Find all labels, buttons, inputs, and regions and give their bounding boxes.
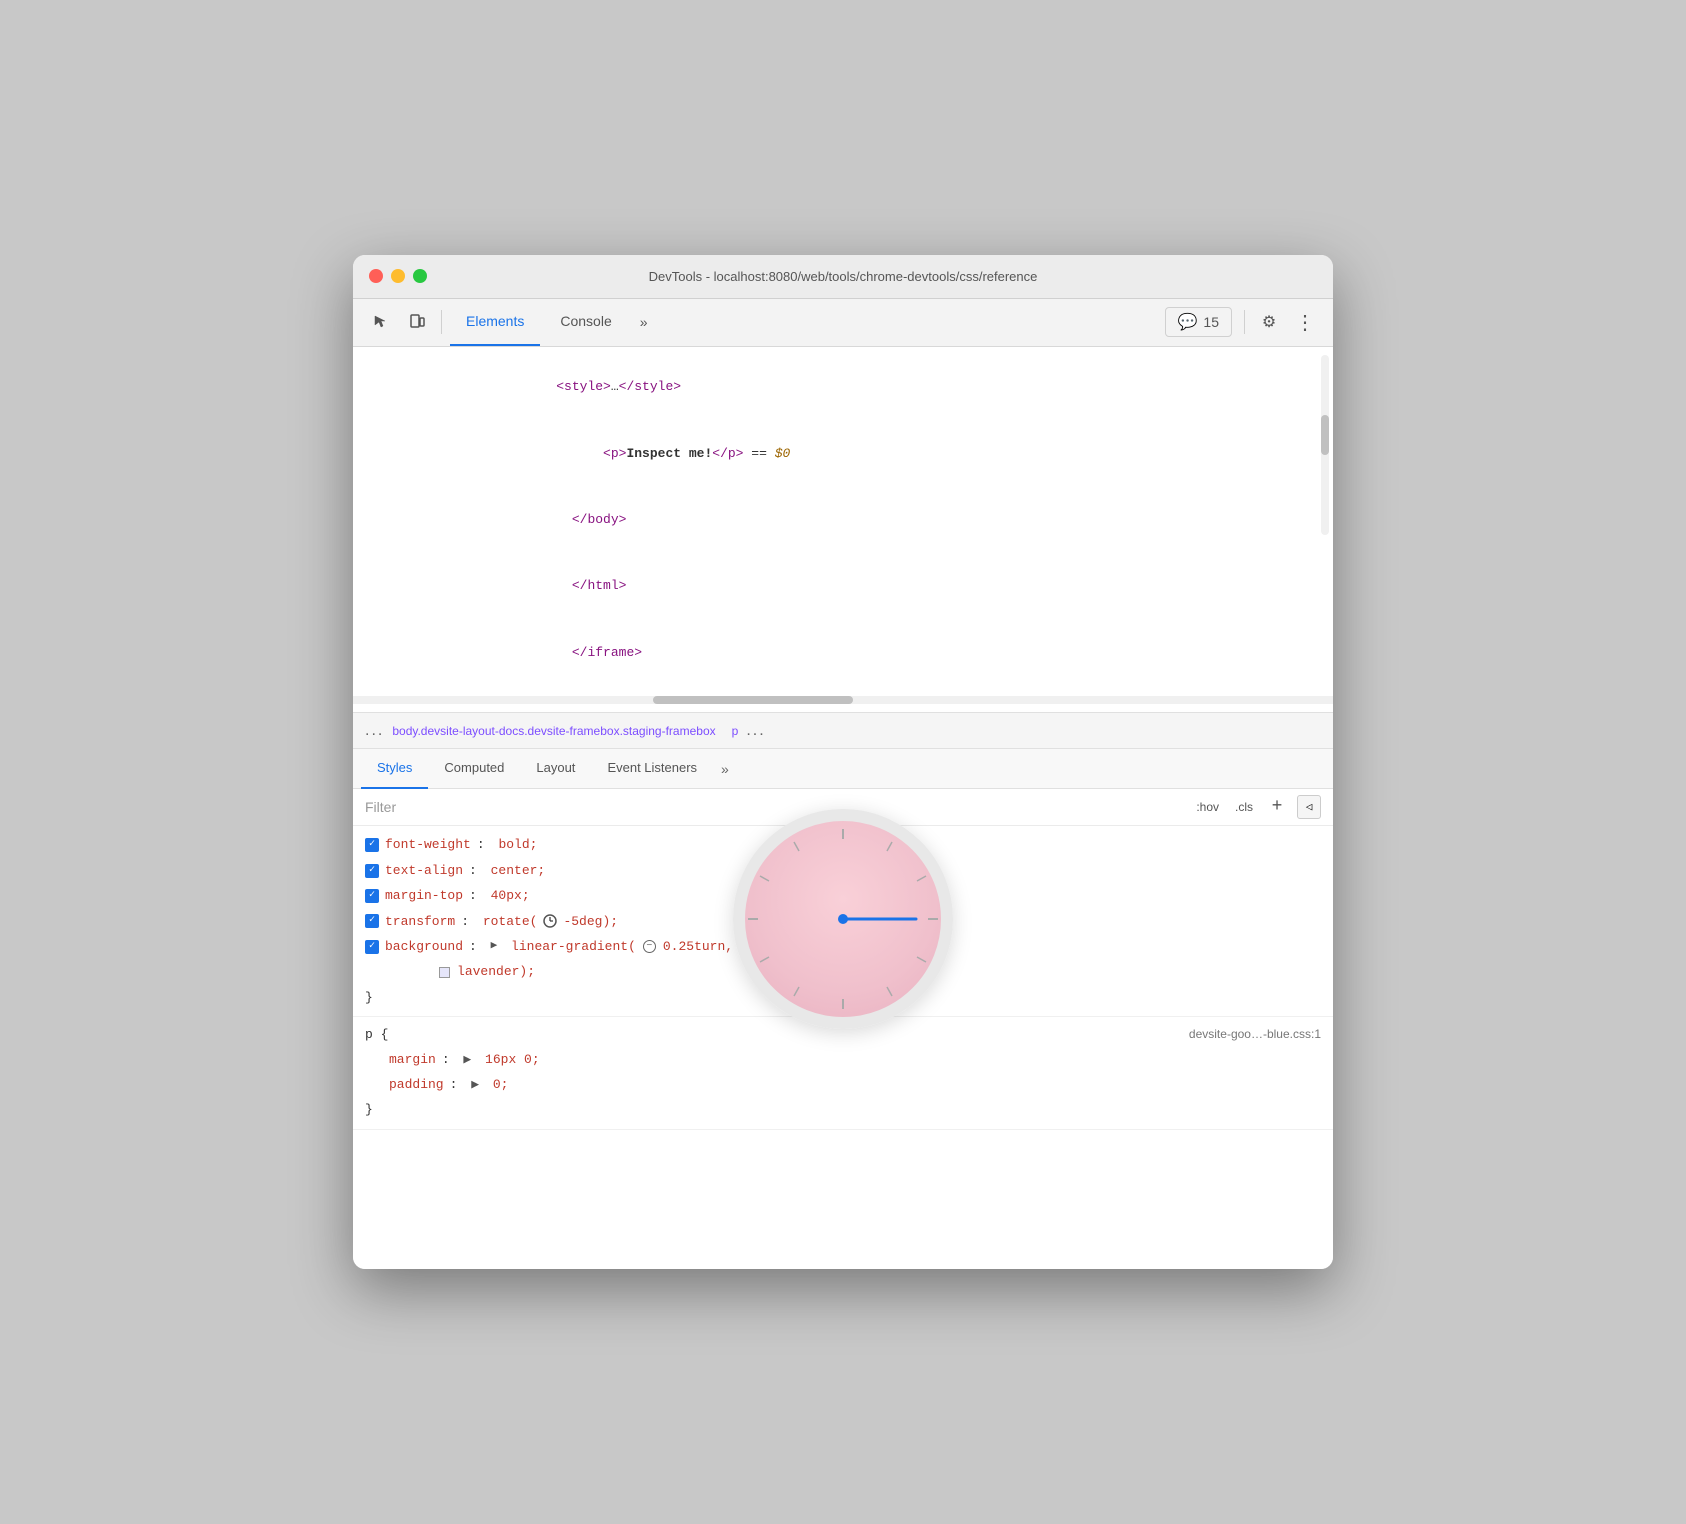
css-prop-margin: margin: ▶ 16px 0; <box>365 1047 1321 1072</box>
filter-actions: :hov .cls + ◁ <box>1192 795 1321 819</box>
sidebar-toggle-button[interactable]: ◁ <box>1297 795 1321 819</box>
breadcrumb-end[interactable]: p <box>732 724 739 738</box>
css-checkbox-background[interactable] <box>365 940 379 954</box>
breadcrumb-main[interactable]: body.devsite-layout-docs.devsite-framebo… <box>392 724 715 738</box>
more-options-icon[interactable]: ⋮ <box>1289 306 1321 338</box>
device-toolbar-icon[interactable] <box>401 306 433 338</box>
margin-expand-arrow[interactable]: ▶ <box>463 1048 471 1071</box>
dom-line-5: </iframe> <box>353 620 1333 686</box>
panel-tabs: Styles Computed Layout Event Listeners » <box>353 749 1333 789</box>
css-checkbox-margin-top[interactable] <box>365 889 379 903</box>
css-prop-padding: padding: ▶ 0; <box>365 1072 1321 1097</box>
chat-badge[interactable]: 💬 15 <box>1165 307 1233 337</box>
dom-hscrollbar-thumb[interactable] <box>653 696 853 704</box>
toolbar-more-tabs[interactable]: » <box>632 310 656 334</box>
devtools-toolbar: Elements Console » 💬 15 ⚙ ⋮ <box>353 299 1333 347</box>
clock-popup <box>733 809 953 1029</box>
tab-elements[interactable]: Elements <box>450 298 540 346</box>
css-checkbox-font-weight[interactable] <box>365 838 379 852</box>
dom-viewer: <style>…</style> <p>Inspect me!</p> == $… <box>353 347 1333 714</box>
minimize-button[interactable] <box>391 269 405 283</box>
dom-line-2: <p>Inspect me!</p> == $0 <box>353 421 1333 487</box>
toolbar-sep-1 <box>441 310 442 334</box>
settings-icon[interactable]: ⚙ <box>1253 306 1285 338</box>
devtools-window: DevTools - localhost:8080/web/tools/chro… <box>353 255 1333 1270</box>
chat-icon: 💬 <box>1178 312 1198 332</box>
dom-hscrollbar[interactable] <box>353 696 1333 704</box>
minus-circle-icon[interactable]: − <box>643 940 656 953</box>
css-source-2[interactable]: devsite-goo…-blue.css:1 <box>1189 1024 1321 1046</box>
chat-count: 15 <box>1203 314 1219 330</box>
tab-layout[interactable]: Layout <box>520 749 591 789</box>
clock-face <box>733 809 953 1029</box>
window-controls <box>369 269 427 283</box>
close-button[interactable] <box>369 269 383 283</box>
hov-button[interactable]: :hov <box>1192 798 1223 816</box>
lavender-swatch[interactable] <box>439 967 450 978</box>
titlebar: DevTools - localhost:8080/web/tools/chro… <box>353 255 1333 299</box>
dom-line-3: </body> <box>353 487 1333 553</box>
css-rule-block-2: p { devsite-goo…-blue.css:1 margin: ▶ 16… <box>353 1017 1333 1130</box>
breadcrumb-dots[interactable]: ... <box>365 722 384 740</box>
inspect-element-icon[interactable] <box>365 306 397 338</box>
maximize-button[interactable] <box>413 269 427 283</box>
css-selector-p: p { <box>365 1023 388 1046</box>
add-rule-button[interactable]: + <box>1265 795 1289 819</box>
padding-expand-arrow[interactable]: ▶ <box>471 1073 479 1096</box>
clock-center-dot <box>838 914 848 924</box>
breadcrumb-more[interactable]: ... <box>746 722 765 740</box>
css-checkbox-transform[interactable] <box>365 914 379 928</box>
clock-icon-inline[interactable] <box>543 914 557 928</box>
dom-scrollbar[interactable] <box>1321 355 1329 535</box>
toolbar-sep-2 <box>1244 310 1245 334</box>
tab-console[interactable]: Console <box>544 298 627 346</box>
css-checkbox-text-align[interactable] <box>365 864 379 878</box>
clock-hand <box>843 917 917 920</box>
window-title: DevTools - localhost:8080/web/tools/chro… <box>649 269 1038 284</box>
dom-scrollbar-thumb[interactable] <box>1321 415 1329 455</box>
dom-line-1: <style>…</style> <box>353 355 1333 421</box>
cls-button[interactable]: .cls <box>1231 798 1257 816</box>
dom-line-4: </html> <box>353 554 1333 620</box>
breadcrumb-bar: ... body.devsite-layout-docs.devsite-fra… <box>353 713 1333 749</box>
panel-tab-more[interactable]: » <box>713 757 737 781</box>
tab-styles[interactable]: Styles <box>361 749 428 789</box>
gradient-expand-arrow[interactable]: ▶ <box>491 937 498 957</box>
tab-event-listeners[interactable]: Event Listeners <box>591 749 713 789</box>
css-close-brace-2: } <box>365 1097 1321 1122</box>
tab-computed[interactable]: Computed <box>428 749 520 789</box>
styles-panel: Filter :hov .cls + ◁ font-weight: bold; … <box>353 789 1333 1269</box>
